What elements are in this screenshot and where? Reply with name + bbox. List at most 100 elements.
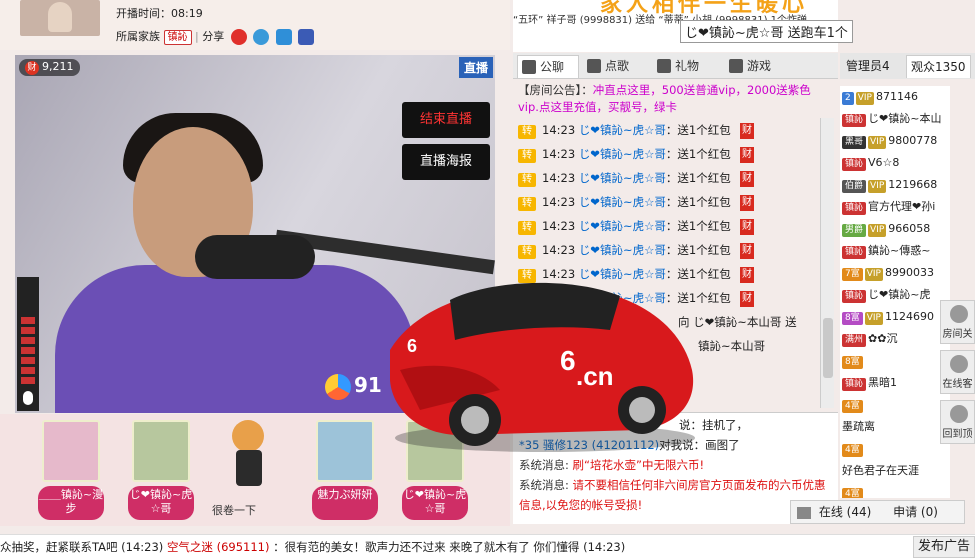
end-live-button[interactable]: 结束直播 [402, 102, 490, 138]
chat-scrollbar[interactable] [820, 118, 834, 408]
mic-user[interactable]: じ❤镇訫~虎☆哥 [128, 420, 194, 520]
tab-admins[interactable]: 管理员4 [842, 55, 894, 78]
tencent-weibo-icon[interactable] [253, 29, 270, 45]
system-label: 系统消息: [519, 478, 569, 492]
forward-icon[interactable]: 转 [518, 221, 536, 235]
vip-badge: VIP [868, 224, 887, 237]
user-name: 鎮訫~傳惑~ [868, 244, 931, 257]
side-tools: 房间关 在线客 回到顶 [938, 300, 975, 450]
chat-message: 转14:23 じ❤镇訫~虎☆哥：送1个红包财 [518, 118, 818, 142]
user-row[interactable]: 8富 VIP 1124690 [840, 306, 950, 328]
user-level-badge: 镇訫 [842, 290, 867, 303]
family-label: 所属家族 [116, 30, 160, 43]
tab-song-request[interactable]: 点歌 [583, 55, 645, 78]
user-row[interactable]: 镇訫 黑暗1 [840, 372, 950, 394]
user-level-badge: 镇訫 [842, 246, 867, 259]
forward-icon[interactable]: 转 [518, 125, 536, 139]
paw-icon[interactable] [298, 29, 315, 45]
mic-user[interactable]: 魅力ぷ妍妍 [312, 420, 378, 520]
user-level-badge: 镇訫 [842, 378, 867, 391]
mic-user-cartoon[interactable] [222, 420, 272, 490]
tab-gifts[interactable]: 礼物 [653, 55, 715, 78]
user-tabs: 管理员4 观众1350 [840, 53, 975, 79]
wealth-icon: 财 [740, 291, 754, 307]
user-row[interactable]: 男爵 VIP 966058 [840, 218, 950, 240]
user-row[interactable]: 镇訫 官方代理❤孙i [840, 196, 950, 218]
user-row[interactable]: 镇訫 じ❤镇訫~本山 [840, 108, 950, 130]
forward-icon[interactable]: 转 [518, 173, 536, 187]
user-name: 1124690 [884, 310, 934, 323]
user-row[interactable]: 4富 [840, 482, 950, 498]
user-level-badge: 镇訫 [842, 158, 867, 171]
share-label: 分享 [202, 30, 225, 43]
user-row[interactable]: 好色君子在天涯 [840, 460, 950, 482]
user-row[interactable]: 4富 [840, 438, 950, 460]
user-name: じ❤镇訫~虎 [868, 288, 931, 301]
forward-icon[interactable]: 转 [518, 197, 536, 211]
tab-public-chat[interactable]: 公聊 [517, 55, 579, 78]
microphone-icon[interactable] [23, 391, 33, 405]
user-row[interactable]: 镇訫 じ❤镇訫~虎 [840, 284, 950, 306]
user-level-badge: 8富 [842, 312, 863, 325]
chat-tabs: 公聊 点歌 礼物 游戏 [513, 53, 838, 79]
ticker-left: 众抽奖，赶紧联系TA吧 (14:23) [0, 540, 164, 554]
wealth-icon: 财 [25, 61, 39, 75]
post-ad-button[interactable]: 发布广告 [912, 536, 975, 558]
viewer-count: 91 [325, 373, 382, 400]
open-time: 开播时间：08:19 [116, 7, 203, 20]
ticker-message: ：很有范的美女！歌声力还不过来 来晚了就木有了 你们懂得 (14:23) [273, 540, 626, 554]
live-poster-button[interactable]: 直播海报 [402, 144, 490, 180]
online-bar: 在线 (44) 申请 (0) [790, 500, 965, 524]
wealth-icon: 财 [740, 219, 754, 235]
system-message[interactable]: 刷“培花水壶”中无限六币! [573, 458, 705, 472]
arrow-up-icon [950, 405, 968, 423]
qzone-icon[interactable] [275, 29, 292, 45]
vip-badge: VIP [868, 180, 887, 193]
user-row[interactable]: 伯爵 VIP 1219668 [840, 174, 950, 196]
music-icon [587, 59, 601, 73]
user-name: 966058 [888, 222, 931, 235]
game-icon [729, 59, 743, 73]
chat-user[interactable]: じ❤镇訫~虎☆哥 [579, 123, 666, 137]
user-name: 8990033 [884, 266, 934, 279]
chat-message: 转14:23 じ❤镇訫~虎☆哥：送1个红包财 [518, 190, 818, 214]
apply-count[interactable]: 申请 (0) [893, 505, 938, 519]
wealth-icon: 财 [740, 123, 754, 139]
forward-icon[interactable]: 转 [518, 245, 536, 259]
tab-audience[interactable]: 观众1350 [906, 55, 971, 78]
ticker-user[interactable]: 空气之迷 [167, 540, 213, 554]
svg-text:6: 6 [407, 336, 417, 356]
mic-user[interactable]: ＿＿镇訫~漫步 [38, 420, 104, 520]
online-count[interactable]: 在线 (44) [819, 505, 871, 519]
user-level-badge: 黑哥 [842, 136, 867, 149]
user-name: V6☆8 [868, 156, 900, 169]
user-row[interactable]: 黑哥 VIP 9800778 [840, 130, 950, 152]
forward-icon[interactable]: 转 [518, 149, 536, 163]
chat-user[interactable]: じ❤镇訫~虎☆哥 [579, 219, 666, 233]
user-row[interactable]: 镇訫 V6☆8 [840, 152, 950, 174]
chat-icon [522, 60, 536, 74]
chat-user[interactable]: じ❤镇訫~虎☆哥 [579, 147, 666, 161]
weibo-icon[interactable] [230, 29, 247, 45]
gift-icon [657, 59, 671, 73]
vip-badge: VIP [864, 268, 883, 281]
chat-user[interactable]: じ❤镇訫~虎☆哥 [579, 195, 666, 209]
host-avatar[interactable] [20, 0, 100, 36]
chat-user[interactable]: じ❤镇訫~虎☆哥 [579, 171, 666, 185]
user-row[interactable]: 7富 VIP 8990033 [840, 262, 950, 284]
user-level-badge: 4富 [842, 444, 863, 457]
volume-meter[interactable] [17, 277, 39, 411]
user-row[interactable]: 2 VIP 871146 [840, 86, 950, 108]
user-row[interactable]: 8富 [840, 350, 950, 372]
online-service-tool[interactable]: 在线客 [940, 350, 975, 394]
family-badge[interactable]: 镇訫 [163, 30, 192, 45]
back-to-top-tool[interactable]: 回到顶 [940, 400, 975, 444]
chat-user[interactable]: じ❤镇訫~虎☆哥 [579, 243, 666, 257]
user-row[interactable]: 墨疏离 [840, 416, 950, 438]
user-row[interactable]: 4富 [840, 394, 950, 416]
user-row[interactable]: 镇訫 鎮訫~傳惑~ [840, 240, 950, 262]
wealth-icon: 财 [740, 171, 754, 187]
user-row[interactable]: 满州 ✿✿沉 [840, 328, 950, 350]
tab-games[interactable]: 游戏 [725, 55, 787, 78]
room-close-tool[interactable]: 房间关 [940, 300, 975, 344]
